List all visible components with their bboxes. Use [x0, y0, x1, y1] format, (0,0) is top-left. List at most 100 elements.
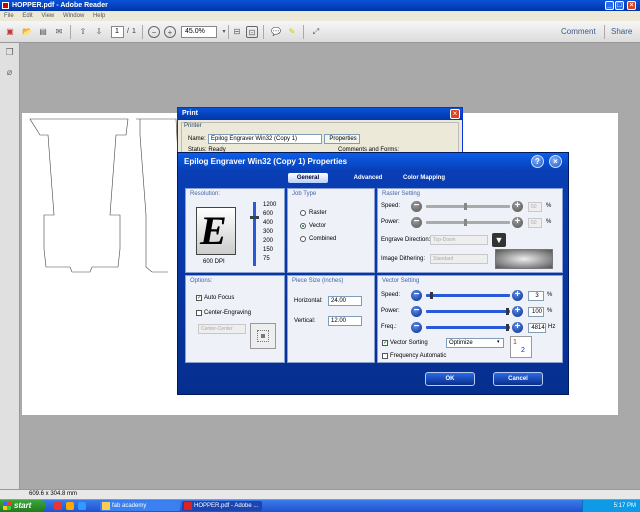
raster-power-unit: % [546, 219, 552, 225]
piece-size-panel: Piece Size (inches) Horizontal: 24.00 Ve… [287, 275, 375, 363]
dpi-option[interactable]: 150 [263, 247, 273, 253]
menu-bar: File Edit View Window Help [0, 11, 640, 21]
comment-link[interactable]: Comment [561, 26, 596, 38]
vector-power-knob[interactable] [506, 308, 509, 315]
vector-sorting-label: Vector Sorting [390, 340, 428, 346]
vector-speed-increase-button[interactable]: + [512, 290, 523, 301]
job-combined-radio[interactable] [300, 236, 306, 242]
adobe-reader-icon [2, 2, 9, 9]
horizontal-input[interactable]: 24.00 [328, 296, 362, 306]
vector-freq-knob[interactable] [506, 324, 509, 331]
vector-freq-increase-button[interactable]: + [512, 322, 523, 333]
help-button[interactable]: ? [531, 155, 544, 168]
menu-edit[interactable]: Edit [22, 13, 32, 19]
vector-power-decrease-button[interactable]: − [411, 306, 422, 317]
tab-general[interactable]: General [288, 173, 328, 183]
quicklaunch-icon[interactable] [78, 502, 86, 510]
resolution-slider[interactable] [253, 202, 256, 266]
expand-icon[interactable]: ⤢ [310, 26, 322, 38]
raster-speed-slider[interactable] [426, 205, 510, 208]
prev-page-icon[interactable]: ⇧ [77, 26, 89, 38]
vector-freq-slider[interactable] [426, 326, 510, 329]
menu-help[interactable]: Help [93, 13, 105, 19]
vertical-input[interactable]: 12.00 [328, 316, 362, 326]
quicklaunch-icon[interactable] [66, 502, 74, 510]
ok-button[interactable]: OK [425, 372, 475, 386]
minimize-button[interactable]: _ [605, 1, 614, 10]
taskbar-item-adobe[interactable]: HOPPER.pdf - Adobe ... [182, 501, 262, 511]
save-icon[interactable]: ▤ [37, 26, 49, 38]
printer-select[interactable]: Epilog Engraver Win32 (Copy 1) [208, 134, 322, 144]
fit-width-icon[interactable]: ⊟ [231, 26, 243, 38]
vector-speed-input[interactable]: 3 [528, 291, 544, 301]
properties-button[interactable]: Properties [324, 134, 360, 144]
vector-freq-input[interactable]: 4814 [528, 323, 546, 333]
zoom-in-icon[interactable]: + [164, 26, 176, 38]
fit-page-icon[interactable]: ⊡ [246, 26, 258, 38]
vector-sorting-select[interactable]: Optimize [446, 338, 504, 348]
comment-bubble-icon[interactable]: 💬 [270, 26, 282, 38]
create-pdf-icon[interactable]: ▣ [4, 26, 16, 38]
vector-speed-knob[interactable] [430, 292, 433, 299]
direction-down-icon[interactable]: ▼ [492, 233, 506, 247]
dpi-option[interactable]: 400 [263, 220, 273, 226]
raster-speed-knob[interactable] [464, 203, 467, 210]
dpi-option[interactable]: 600 [263, 211, 273, 217]
open-icon[interactable]: 📂 [21, 26, 33, 38]
attachments-icon[interactable]: ⌀ [4, 67, 15, 78]
quicklaunch-icon[interactable] [54, 502, 62, 510]
close-button[interactable]: × [627, 1, 636, 10]
toolbar-divider [142, 25, 143, 39]
raster-power-increase-button[interactable]: + [512, 217, 523, 228]
auto-focus-checkbox[interactable]: ✓ [196, 295, 202, 301]
page-number-input[interactable]: 1 [111, 26, 124, 38]
cancel-button[interactable]: Cancel [493, 372, 543, 386]
frequency-automatic-checkbox[interactable] [382, 353, 388, 359]
engrave-direction-select[interactable]: Top-Down [430, 235, 488, 245]
email-icon[interactable]: ✉ [53, 26, 65, 38]
raster-speed-decrease-button[interactable]: − [411, 201, 422, 212]
job-raster-radio[interactable] [300, 210, 306, 216]
share-link[interactable]: Share [611, 26, 632, 38]
raster-power-slider[interactable] [426, 221, 510, 224]
start-button[interactable]: start [0, 500, 46, 512]
chevron-down-icon[interactable]: ▾ [497, 339, 500, 345]
vector-power-input[interactable]: 100 [528, 307, 544, 317]
raster-power-decrease-button[interactable]: − [411, 217, 422, 228]
vector-sorting-checkbox[interactable]: ✓ [382, 340, 388, 346]
raster-power-input[interactable]: 50 [528, 218, 542, 228]
highlight-icon[interactable]: ✎ [286, 26, 298, 38]
menu-view[interactable]: View [41, 13, 54, 19]
dpi-option[interactable]: 1200 [263, 202, 276, 208]
page-total: 1 [132, 28, 136, 35]
job-vector-radio[interactable] [300, 223, 306, 229]
dpi-option[interactable]: 200 [263, 238, 273, 244]
vector-power-slider[interactable] [426, 310, 510, 313]
tab-color-mapping[interactable]: Color Mapping [400, 173, 448, 183]
menu-window[interactable]: Window [63, 13, 84, 19]
center-engraving-checkbox[interactable] [196, 310, 202, 316]
center-position-select[interactable]: Center-Center [198, 324, 246, 334]
maximize-button[interactable]: □ [615, 1, 624, 10]
pages-icon[interactable]: ❐ [4, 47, 15, 58]
current-dpi: 600 DPI [203, 259, 225, 265]
taskbar-item-folder[interactable]: fab academy [100, 501, 180, 511]
raster-speed-input[interactable]: 50 [528, 202, 542, 212]
next-page-icon[interactable]: ⇩ [93, 26, 105, 38]
zoom-input[interactable]: 45.0% [181, 26, 217, 38]
vector-freq-decrease-button[interactable]: − [411, 322, 422, 333]
vector-speed-decrease-button[interactable]: − [411, 290, 422, 301]
dpi-option[interactable]: 300 [263, 229, 273, 235]
dialog-close-button[interactable]: × [549, 155, 562, 168]
dpi-option[interactable]: 75 [263, 256, 270, 262]
raster-power-knob[interactable] [464, 219, 467, 226]
tab-advanced[interactable]: Advanced [348, 173, 388, 183]
resolution-slider-knob[interactable] [250, 216, 259, 219]
zoom-out-icon[interactable]: − [148, 26, 160, 38]
menu-file[interactable]: File [4, 13, 14, 19]
vector-speed-slider[interactable] [426, 294, 510, 297]
print-close-button[interactable]: × [450, 109, 460, 119]
image-dithering-select[interactable]: Standard [430, 254, 488, 264]
vector-power-increase-button[interactable]: + [512, 306, 523, 317]
raster-speed-increase-button[interactable]: + [512, 201, 523, 212]
